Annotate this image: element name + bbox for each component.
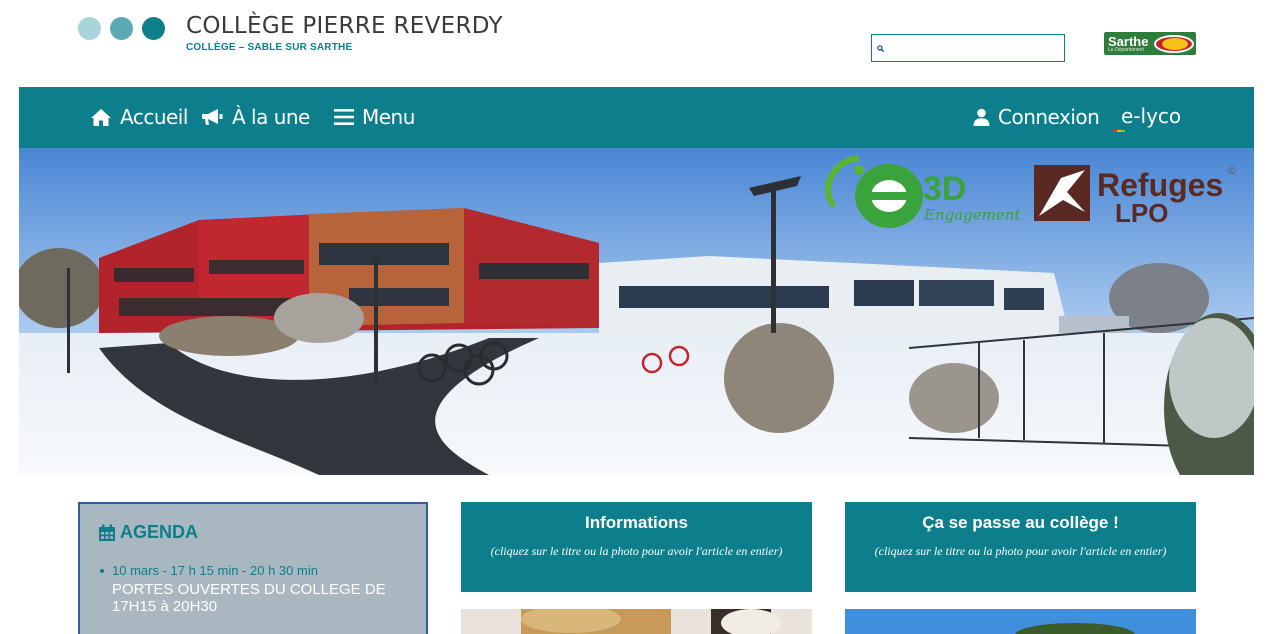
sarthe-swirl-inner-icon (1162, 38, 1188, 50)
agenda-item-date: 10 mars - 17 h 15 min - 20 h 30 min (112, 563, 318, 578)
nav-item-menu[interactable]: Menu (334, 105, 415, 129)
college-news-photo (845, 609, 1196, 634)
informations-panel: Informations (cliquez sur le titre ou la… (461, 502, 812, 592)
logo-dot (110, 17, 133, 40)
agenda-item-description: PORTES OUVERTES DU COLLEGE DE 17H15 à 20… (112, 581, 386, 615)
page: COLLÈGE PIERRE REVERDY COLLÈGE – SABLE S… (0, 0, 1269, 634)
agenda-item[interactable]: 10 mars - 17 h 15 min - 20 h 30 min PORT… (98, 563, 408, 615)
college-news-title[interactable]: Ça se passe au collège ! (845, 513, 1196, 533)
agenda-box: AGENDA 10 mars - 17 h 15 min - 20 h 30 m… (78, 502, 428, 634)
nav-item-menu-label: Menu (362, 105, 415, 129)
copyright-mark: © (1228, 165, 1236, 177)
sarthe-logo[interactable]: Sarthe Le Département (1104, 32, 1196, 55)
banner-photo: 3D Engagement Refuges LPO © (19, 148, 1254, 475)
agenda-heading[interactable]: AGENDA (98, 522, 408, 543)
informations-title[interactable]: Informations (461, 513, 812, 533)
nav-item-a-la-une-label: À la une (232, 105, 310, 129)
college-news-panel: Ça se passe au collège ! (cliquez sur le… (845, 502, 1196, 592)
agenda-list: 10 mars - 17 h 15 min - 20 h 30 min PORT… (98, 563, 408, 615)
main-navbar: Accueil À la une Menu Connexion e-lyco (19, 87, 1254, 148)
logo-dot (142, 17, 165, 40)
nav-item-accueil-label: Accueil (120, 105, 188, 129)
search-input[interactable] (888, 36, 1064, 60)
search-icon[interactable] (877, 43, 884, 54)
college-news-note: (cliquez sur le titre ou la photo pour a… (874, 544, 1167, 558)
home-icon (91, 108, 111, 126)
megaphone-icon (202, 109, 223, 125)
logo-dots[interactable] (78, 17, 165, 40)
college-news-thumbnail[interactable] (845, 609, 1196, 634)
nav-item-a-la-une[interactable]: À la une (200, 105, 310, 129)
elyco-link[interactable]: e-lyco (1113, 104, 1182, 132)
refuges-lpo-logo (1034, 165, 1090, 221)
login-label: Connexion (998, 105, 1100, 129)
informations-note: (cliquez sur le titre ou la photo pour a… (490, 544, 783, 558)
elyco-underline-icon (1113, 130, 1125, 132)
site-title: COLLÈGE PIERRE REVERDY (186, 13, 503, 39)
hero-banner[interactable]: 3D Engagement Refuges LPO © (19, 148, 1254, 475)
informations-thumbnail[interactable] (461, 609, 812, 634)
e3d-logo-top: 3D (923, 170, 966, 208)
informations-photo (461, 609, 812, 634)
logo-dot (78, 17, 101, 40)
refuges-logo-bottom: LPO (1115, 198, 1168, 228)
user-icon (973, 108, 990, 126)
agenda-title: AGENDA (120, 522, 199, 542)
hamburger-icon (334, 109, 354, 125)
search-box (871, 34, 1065, 62)
calendar-icon (99, 524, 115, 541)
site-subtitle: COLLÈGE – SABLE SUR SARTHE (186, 42, 353, 53)
elyco-label: e-lyco (1121, 104, 1182, 128)
site-header: COLLÈGE PIERRE REVERDY COLLÈGE – SABLE S… (0, 0, 1269, 87)
sarthe-logo-small: Le Département (1108, 47, 1144, 53)
login-link[interactable]: Connexion (973, 105, 1100, 129)
site-title-block[interactable]: COLLÈGE PIERRE REVERDY COLLÈGE – SABLE S… (186, 13, 503, 53)
nav-item-accueil[interactable]: Accueil (90, 105, 188, 129)
e3d-logo-bottom: Engagement (923, 206, 1021, 224)
